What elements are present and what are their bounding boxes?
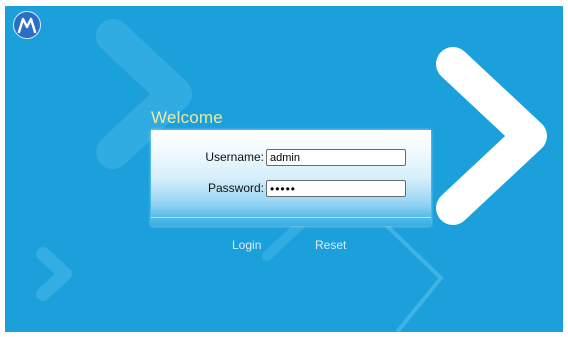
- reset-button[interactable]: Reset: [315, 238, 346, 252]
- username-row: Username:: [151, 149, 431, 167]
- welcome-title: Welcome: [151, 108, 223, 127]
- motorola-logo-icon: [13, 11, 41, 39]
- login-button[interactable]: Login: [232, 238, 261, 252]
- username-input[interactable]: [266, 149, 406, 166]
- username-label: Username:: [205, 150, 264, 164]
- password-input[interactable]: [266, 180, 406, 197]
- login-screen: Welcome Username: Password: Login Reset: [5, 6, 563, 332]
- password-row: Password:: [151, 180, 431, 198]
- login-form-panel: Username: Password:: [151, 130, 431, 226]
- password-label: Password:: [207, 181, 264, 195]
